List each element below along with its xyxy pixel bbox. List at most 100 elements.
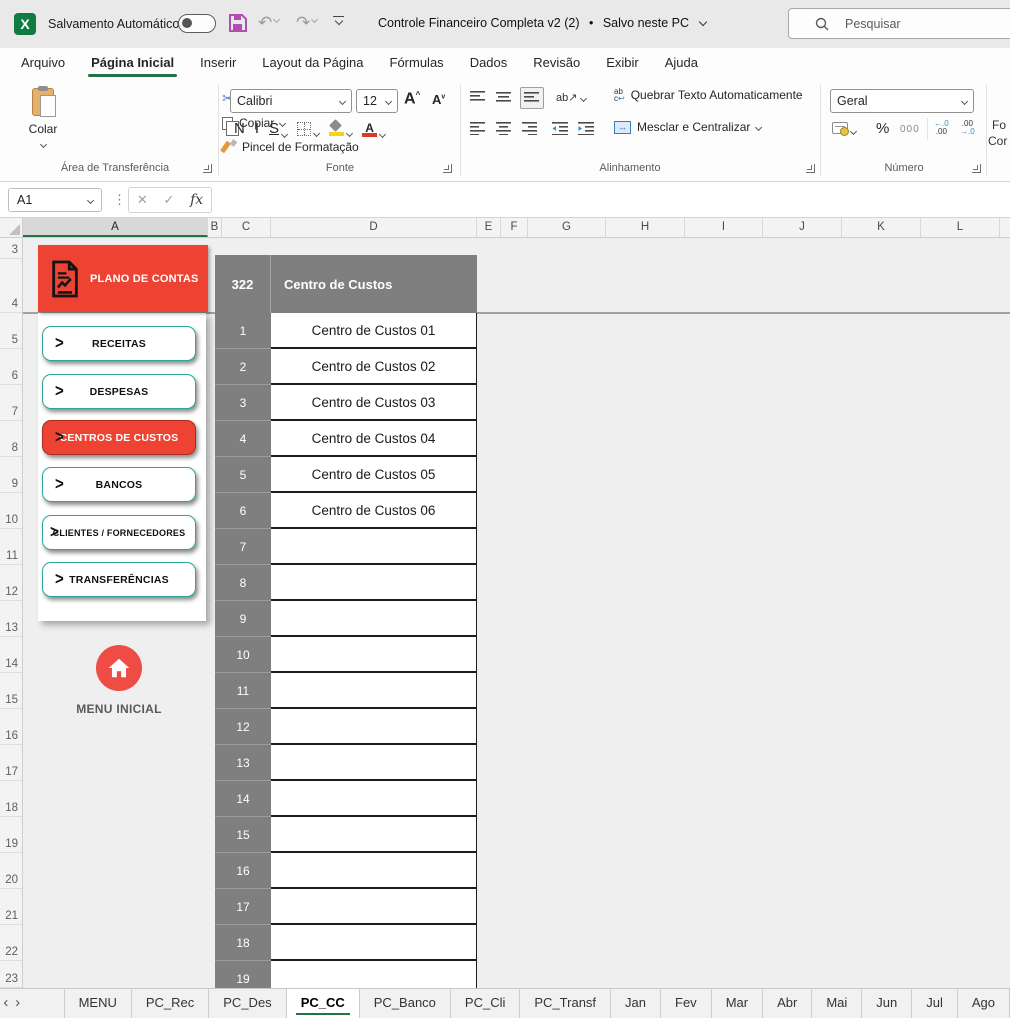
sheet-tab-ago[interactable]: Ago [958, 989, 1010, 1018]
formula-input[interactable] [218, 185, 1010, 215]
fill-color-button[interactable] [329, 121, 352, 136]
sheet-tab-pc-rec[interactable]: PC_Rec [132, 989, 209, 1018]
row-header-3[interactable]: 3 [0, 238, 22, 259]
bancos-button[interactable]: > BANCOS [42, 467, 196, 502]
receitas-button[interactable]: > RECEITAS [42, 326, 196, 361]
underline-button[interactable]: S [269, 120, 287, 137]
row-value-cell[interactable] [271, 925, 477, 961]
row-header-5[interactable]: 5 [0, 313, 22, 349]
row-number-cell[interactable]: 14 [215, 781, 271, 817]
row-number-cell[interactable]: 15 [215, 817, 271, 853]
row-number-cell[interactable]: 13 [215, 745, 271, 781]
decrease-decimal-icon[interactable]: .00→.0 [960, 120, 975, 136]
column-header-j[interactable]: J [763, 218, 842, 237]
row-header-23[interactable]: 23 [0, 961, 22, 988]
align-bottom-button[interactable] [520, 87, 544, 109]
row-value-cell[interactable] [271, 817, 477, 853]
column-header-d[interactable]: D [271, 218, 477, 237]
row-value-cell[interactable] [271, 709, 477, 745]
redo-icon[interactable]: ↷ [296, 13, 317, 33]
row-number-cell[interactable]: 10 [215, 637, 271, 673]
column-header-a[interactable]: A [23, 218, 208, 237]
sheet-prev-icon[interactable]: ‹ [0, 989, 12, 1018]
column-header-b[interactable]: B [208, 218, 222, 237]
font-size-combo[interactable]: 12 [356, 89, 398, 113]
row-value-cell[interactable] [271, 853, 477, 889]
row-value-cell[interactable]: Centro de Custos 04 [271, 421, 477, 457]
row-value-cell[interactable]: Centro de Custos 03 [271, 385, 477, 421]
number-dialog-launcher-icon[interactable] [972, 164, 981, 173]
alignment-dialog-launcher-icon[interactable] [806, 164, 815, 173]
sheet-tab-pc-banco[interactable]: PC_Banco [360, 989, 451, 1018]
enter-icon[interactable]: ✓ [163, 192, 174, 208]
format-painter-button[interactable]: Pincel de Formatação [222, 140, 359, 154]
row-number-cell[interactable]: 4 [215, 421, 271, 457]
increase-indent-icon[interactable] [578, 122, 596, 135]
row-number-cell[interactable]: 9 [215, 601, 271, 637]
autosave-toggle[interactable] [178, 14, 216, 33]
comma-style-button[interactable]: 000 [900, 124, 920, 135]
column-header-f[interactable]: F [501, 218, 528, 237]
font-dialog-launcher-icon[interactable] [443, 164, 452, 173]
row-header-12[interactable]: 12 [0, 565, 22, 601]
borders-button[interactable] [297, 122, 319, 136]
tab-exibir[interactable]: Exibir [593, 48, 652, 78]
row-header-4[interactable]: 4 [0, 259, 22, 313]
transferencias-button[interactable]: > TRANSFERÊNCIAS [42, 562, 196, 597]
row-value-cell[interactable] [271, 889, 477, 925]
row-value-cell[interactable] [271, 565, 477, 601]
row-value-cell[interactable]: Centro de Custos 02 [271, 349, 477, 385]
sheet-tab-mai[interactable]: Mai [812, 989, 862, 1018]
row-number-cell[interactable]: 11 [215, 673, 271, 709]
row-header-21[interactable]: 21 [0, 889, 22, 925]
column-header-l[interactable]: L [921, 218, 1000, 237]
column-header-h[interactable]: H [606, 218, 685, 237]
despesas-button[interactable]: > DESPESAS [42, 374, 196, 409]
row-number-cell[interactable]: 17 [215, 889, 271, 925]
row-header-15[interactable]: 15 [0, 673, 22, 709]
decrease-indent-icon[interactable] [552, 122, 570, 135]
tab-dados[interactable]: Dados [457, 48, 521, 78]
row-header-22[interactable]: 22 [0, 925, 22, 961]
sheet-tab-abr[interactable]: Abr [763, 989, 812, 1018]
row-number-cell[interactable]: 19 [215, 961, 271, 988]
tab-revisao[interactable]: Revisão [520, 48, 593, 78]
row-number-cell[interactable]: 6 [215, 493, 271, 529]
row-number-cell[interactable]: 1 [215, 313, 271, 349]
column-header-g[interactable]: G [528, 218, 606, 237]
clientes-fornecedores-button[interactable]: > CLIENTES / FORNECEDORES [42, 515, 196, 550]
save-status[interactable]: Salvo neste PC [603, 16, 689, 30]
row-header-10[interactable]: 10 [0, 493, 22, 529]
wrap-text-button[interactable]: abc↩ Quebrar Texto Automaticamente [614, 88, 803, 102]
sheet-tab-jul[interactable]: Jul [912, 989, 958, 1018]
clipboard-dialog-launcher-icon[interactable] [203, 164, 212, 173]
column-header-k[interactable]: K [842, 218, 921, 237]
increase-decimal-icon[interactable]: ←.0.00 [934, 120, 949, 136]
sheet-tab-menu[interactable]: MENU [64, 989, 132, 1018]
tab-arquivo[interactable]: Arquivo [8, 48, 78, 78]
menu-inicial-button[interactable] [96, 645, 142, 691]
tab-layout[interactable]: Layout da Página [249, 48, 376, 78]
row-number-cell[interactable]: 7 [215, 529, 271, 565]
row-number-cell[interactable]: 3 [215, 385, 271, 421]
row-header-8[interactable]: 8 [0, 421, 22, 457]
accounting-format-button[interactable] [832, 122, 856, 137]
font-name-combo[interactable]: Calibri [230, 89, 352, 113]
sheet-tab-mar[interactable]: Mar [712, 989, 763, 1018]
row-number-cell[interactable]: 8 [215, 565, 271, 601]
search-input[interactable]: Pesquisar [788, 8, 1010, 39]
row-number-cell[interactable]: 16 [215, 853, 271, 889]
row-value-cell[interactable] [271, 529, 477, 565]
italic-button[interactable]: I [255, 120, 259, 137]
percent-style-button[interactable]: % [876, 120, 889, 137]
row-value-cell[interactable] [271, 637, 477, 673]
decrease-font-icon[interactable]: Av [432, 92, 445, 107]
row-header-13[interactable]: 13 [0, 601, 22, 637]
row-value-cell[interactable]: Centro de Custos 01 [271, 313, 477, 349]
insert-function-icon[interactable]: fx [190, 192, 203, 208]
align-left-icon[interactable] [470, 122, 486, 135]
row-value-cell[interactable] [271, 673, 477, 709]
row-header-9[interactable]: 9 [0, 457, 22, 493]
tab-pagina-inicial[interactable]: Página Inicial [78, 48, 187, 78]
row-value-cell[interactable]: Centro de Custos 05 [271, 457, 477, 493]
